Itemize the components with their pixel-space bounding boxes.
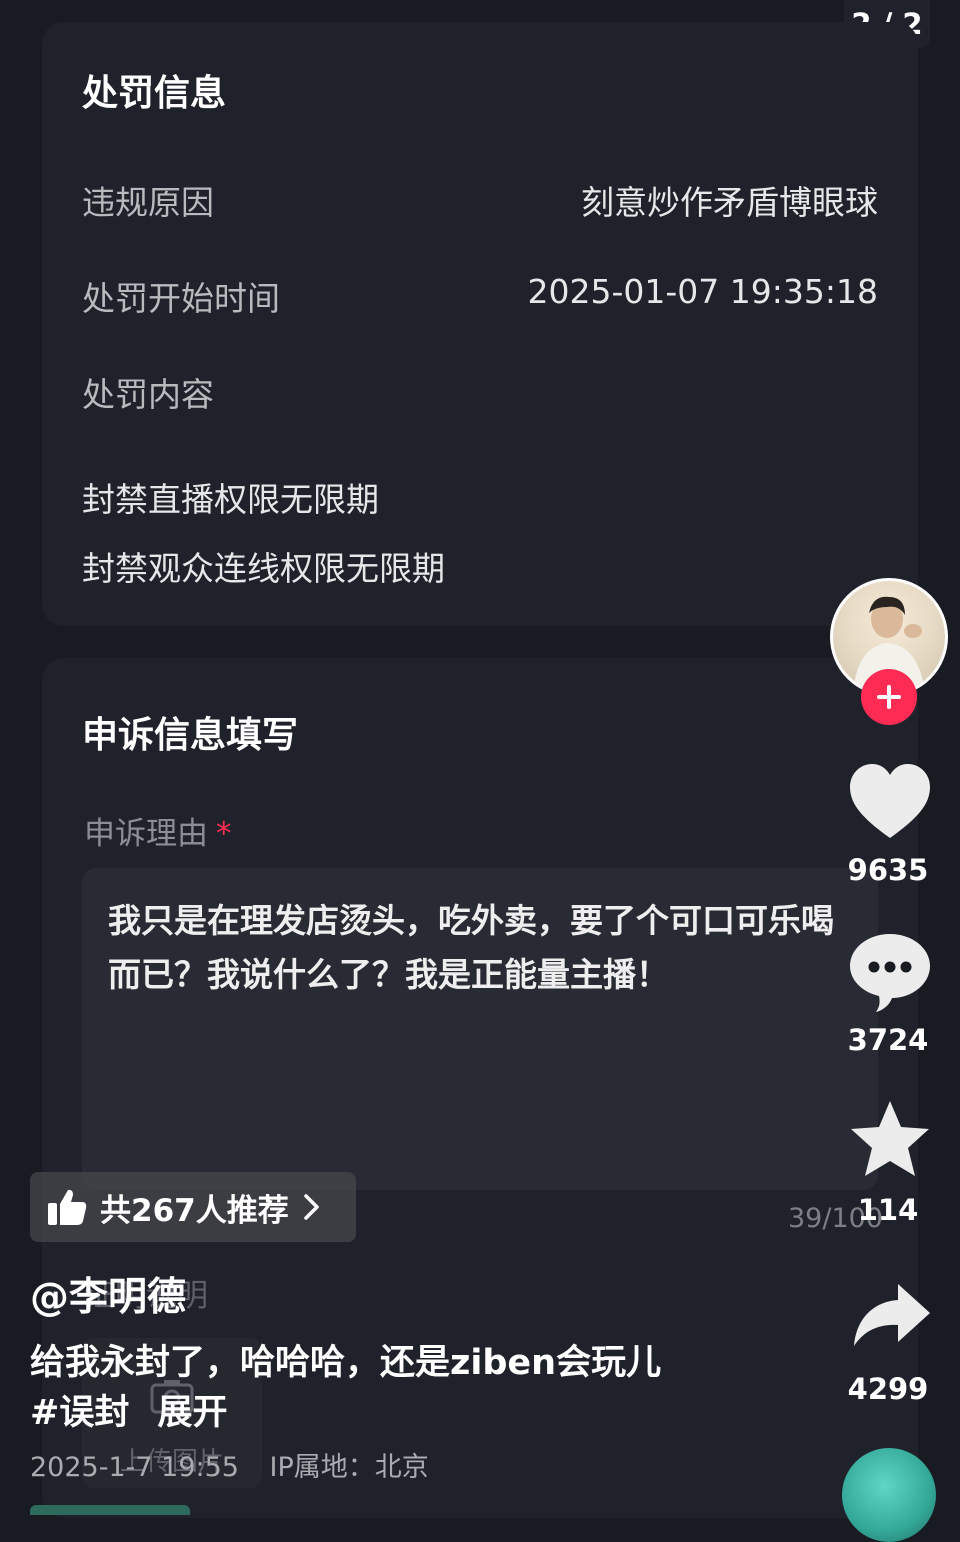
share-icon[interactable] (846, 1280, 934, 1350)
share-count: 4299 (847, 1372, 929, 1406)
music-disc[interactable] (842, 1448, 936, 1542)
penalty-info-card: 处罚信息 违规原因 刻意炒作矛盾博眼球 处罚开始时间 2025-01-07 19… (42, 22, 918, 626)
video-description: 给我永封了，哈哈哈，还是ziben会玩儿 #误封 展开 (30, 1338, 750, 1438)
plus-icon (877, 685, 901, 709)
penalty-content-item: 封禁观众连线权限无限期 (82, 549, 445, 588)
penalty-start-label: 处罚开始时间 (82, 279, 280, 318)
required-mark: * (216, 816, 232, 852)
penalty-start-value: 2025-01-07 19:35:18 (527, 272, 878, 311)
heart-icon[interactable] (846, 760, 934, 842)
bottom-progress-bar (30, 1505, 190, 1515)
expand-button[interactable]: 展开 (158, 1393, 228, 1433)
recommend-button[interactable]: 共267人推荐 (30, 1172, 356, 1242)
comment-count: 3724 (847, 1023, 929, 1057)
author-name[interactable]: @李明德 (30, 1266, 186, 1322)
appeal-reason-label: 申诉理由 * (84, 808, 232, 853)
ip-location: IP属地：北京 (269, 1452, 429, 1483)
hashtag-link[interactable]: #误封 (30, 1393, 129, 1433)
post-date: 2025-1-7 19:55 (30, 1452, 239, 1483)
follow-button[interactable] (861, 669, 917, 725)
violation-reason-label: 违规原因 (82, 183, 214, 222)
chevron-right-icon (303, 1194, 319, 1220)
like-count: 9635 (847, 853, 929, 887)
penalty-title: 处罚信息 (82, 73, 227, 114)
comment-icon[interactable] (846, 930, 934, 1012)
favorite-count: 114 (857, 1193, 919, 1227)
star-icon[interactable] (846, 1098, 934, 1180)
penalty-content-item: 封禁直播权限无限期 (82, 480, 379, 519)
recommend-count-text: 共267人推荐 (100, 1192, 289, 1229)
appeal-reason-text: 我只是在理发店烫头，吃外卖，要了个可口可乐喝而已？我说什么了？我是正能量主播！ (108, 901, 834, 994)
thumbs-up-icon (48, 1189, 87, 1225)
violation-reason-value: 刻意炒作矛盾博眼球 (581, 183, 878, 222)
video-meta: 2025-1-7 19:55 IP属地：北京 (30, 1445, 451, 1484)
appeal-reason-label-text: 申诉理由 (84, 816, 208, 852)
penalty-content-label: 处罚内容 (82, 375, 214, 414)
appeal-title: 申诉信息填写 (82, 715, 299, 756)
appeal-reason-textarea[interactable]: 我只是在理发店烫头，吃外卖，要了个可口可乐喝而已？我说什么了？我是正能量主播！ (82, 868, 878, 1190)
description-text: 给我永封了，哈哈哈，还是ziben会玩儿 (30, 1343, 662, 1383)
